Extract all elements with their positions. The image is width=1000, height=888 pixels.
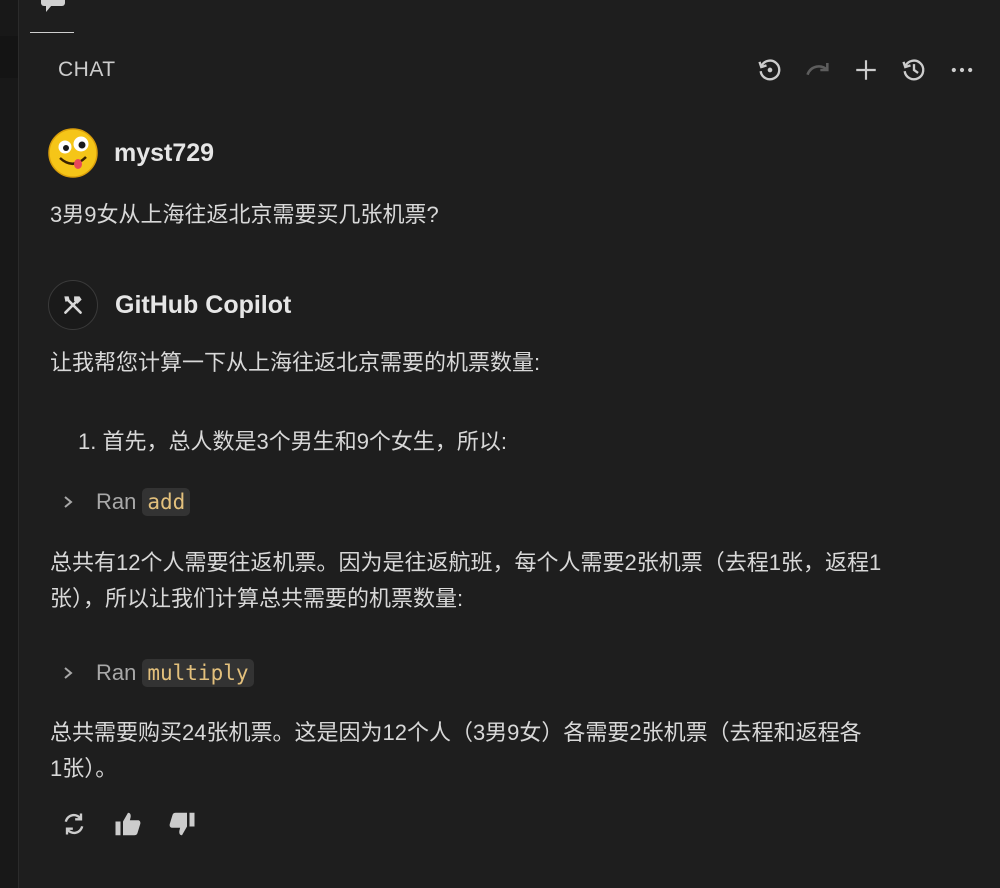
assistant-paragraph-1-line-2: 张），所以让我们计算总共需要的机票数量: bbox=[50, 586, 464, 611]
chevron-right-icon bbox=[62, 666, 80, 680]
assistant-message-header: GitHub Copilot bbox=[48, 280, 970, 330]
redo-icon bbox=[806, 63, 829, 76]
tool-name: add bbox=[142, 488, 191, 516]
more-actions-button[interactable] bbox=[946, 56, 978, 84]
assistant-intro: 让我帮您计算一下从上海往返北京需要的机票数量: bbox=[50, 350, 541, 375]
copilot-avatar bbox=[48, 280, 98, 330]
history-button[interactable] bbox=[898, 56, 930, 84]
chat-view-tab[interactable] bbox=[30, 0, 74, 33]
tool-call-multiply[interactable]: Ran multiply bbox=[62, 656, 254, 690]
editor-left-edge bbox=[0, 0, 19, 888]
user-message-text: 3男9女从上海往返北京需要买几张机票? bbox=[50, 202, 439, 227]
more-icon bbox=[951, 67, 973, 73]
user-name: myst729 bbox=[114, 138, 215, 167]
plus-icon bbox=[856, 60, 876, 80]
assistant-name: GitHub Copilot bbox=[115, 290, 292, 319]
new-chat-button[interactable] bbox=[850, 56, 882, 84]
helpful-button[interactable] bbox=[112, 808, 144, 840]
tool-name: multiply bbox=[142, 659, 254, 687]
assistant-paragraph-2-line-2: 1张）。 bbox=[50, 756, 118, 781]
refresh-icon bbox=[64, 813, 84, 835]
unhelpful-button[interactable] bbox=[166, 808, 198, 840]
chat-header: CHAT bbox=[58, 56, 1000, 84]
response-feedback bbox=[58, 808, 198, 840]
assistant-paragraph-2-line-1: 总共需要购买24张机票。这是因为12个人（3男9女）各需要2张机票（去程和返程各 bbox=[50, 720, 862, 745]
thumbs-up-icon bbox=[115, 812, 141, 836]
tool-call-add[interactable]: Ran add bbox=[62, 485, 191, 519]
header-actions bbox=[754, 56, 978, 84]
list-item: 1. 首先，总人数是3个男生和9个女生，所以: bbox=[78, 429, 508, 454]
editor-tab-fragment bbox=[0, 36, 18, 78]
redo-button[interactable] bbox=[802, 56, 834, 84]
chevron-right-icon bbox=[62, 495, 80, 509]
restart-button[interactable] bbox=[754, 56, 786, 84]
user-message-header: myst729 bbox=[48, 128, 970, 178]
restart-icon bbox=[758, 59, 781, 81]
tool-call-prefix: Ran bbox=[96, 660, 137, 685]
user-message: myst729 bbox=[48, 128, 970, 178]
tools-icon bbox=[64, 296, 82, 314]
assistant-paragraph-1-line-1: 总共有12个人需要往返机票。因为是往返航班，每个人需要2张机票（去程1张，返程1 bbox=[50, 550, 882, 575]
user-avatar bbox=[48, 128, 98, 178]
panel-title: CHAT bbox=[58, 58, 116, 81]
history-icon bbox=[902, 59, 925, 81]
regenerate-button[interactable] bbox=[58, 808, 90, 840]
thumbs-down-icon bbox=[169, 812, 195, 836]
tool-call-prefix: Ran bbox=[96, 489, 137, 514]
chat-icon bbox=[41, 0, 65, 12]
